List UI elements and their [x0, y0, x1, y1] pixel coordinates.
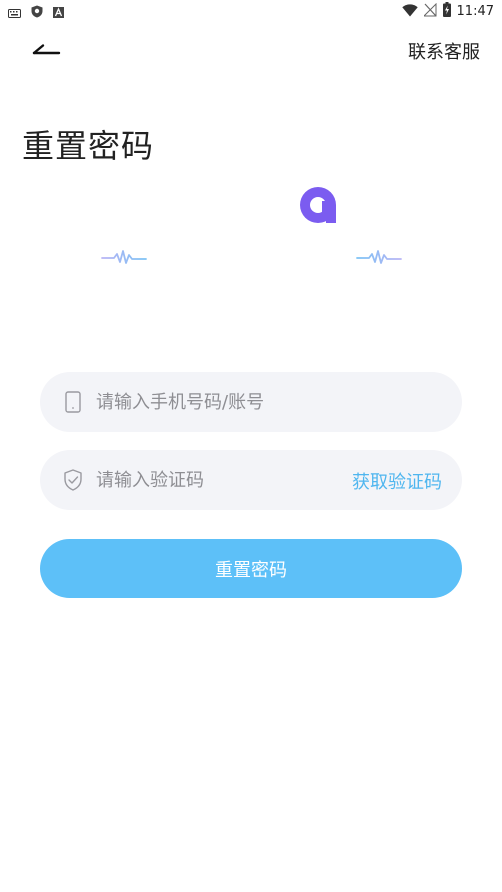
phone-input[interactable]	[96, 372, 436, 432]
contact-service-link[interactable]: 联系客服	[408, 38, 480, 64]
page-title: 重置密码	[22, 127, 155, 165]
wifi-icon	[401, 2, 418, 21]
sound-wave-right-icon	[356, 250, 402, 264]
verification-code-input[interactable]	[96, 450, 336, 510]
shield-check-icon	[64, 469, 82, 491]
phone-field[interactable]	[40, 372, 462, 432]
keyboard-icon	[8, 3, 21, 22]
verification-code-field[interactable]: 获取验证码	[40, 450, 462, 510]
status-bar: 11:47	[0, 0, 502, 20]
app-logo-icon	[300, 187, 336, 223]
battery-charging-icon	[442, 2, 451, 21]
sound-wave-left-icon	[101, 250, 147, 264]
status-time: 11:47	[456, 4, 494, 19]
status-left	[8, 3, 64, 22]
no-signal-icon	[422, 2, 437, 21]
status-right: 11:47	[401, 2, 494, 21]
shield-icon	[31, 3, 43, 22]
get-code-button[interactable]: 获取验证码	[352, 468, 442, 494]
reset-password-button[interactable]: 重置密码	[40, 539, 462, 598]
arrow-left-icon	[32, 44, 61, 55]
a-badge-icon	[53, 3, 64, 22]
phone-icon	[65, 391, 81, 413]
back-button[interactable]	[28, 38, 64, 64]
